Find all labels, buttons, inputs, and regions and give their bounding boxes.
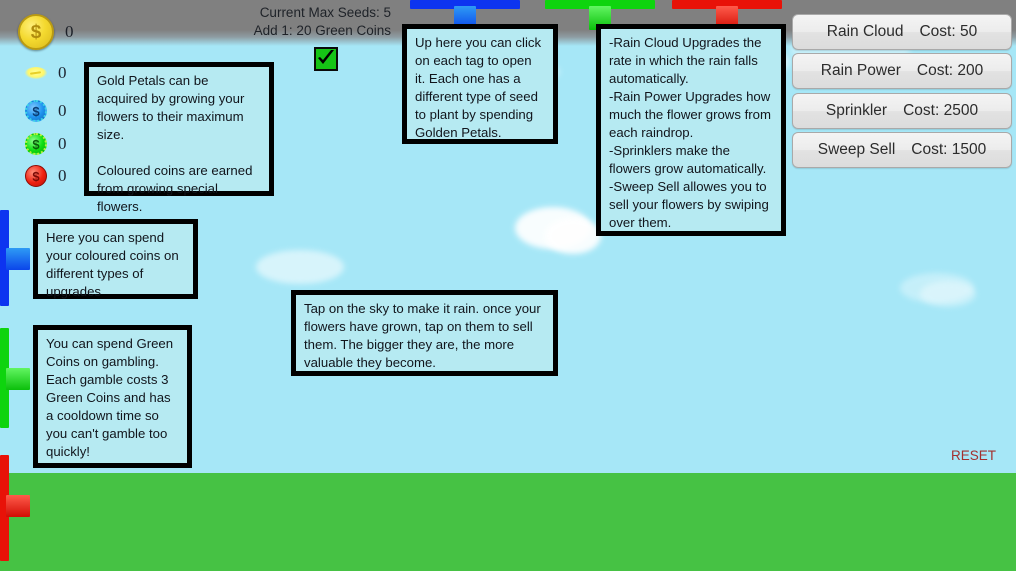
upgrade-cost-rain-power: Cost: 200 bbox=[916, 62, 984, 79]
grass-ground[interactable] bbox=[0, 473, 1016, 571]
tip-sky-tap: Tap on the sky to make it rain. once you… bbox=[291, 290, 558, 376]
yellow-petal-icon bbox=[25, 62, 47, 84]
cloud-decoration bbox=[256, 250, 344, 284]
upgrade-name-sweep-sell: Sweep Sell bbox=[817, 141, 896, 158]
game-screen: $ 0 0 $ 0 $ 0 $ 0 Current Max Seeds: 5 A… bbox=[0, 0, 1016, 571]
check-icon[interactable] bbox=[314, 47, 338, 71]
currency-red-coin: $ 0 bbox=[25, 165, 67, 187]
currency-blue-coin: $ 0 bbox=[25, 100, 67, 122]
upgrade-name-sprinkler: Sprinkler bbox=[825, 102, 888, 119]
blue-coin-value: 0 bbox=[58, 101, 67, 120]
tip-seed-tags: Up here you can click on each tag to ope… bbox=[402, 24, 558, 144]
upgrade-tab-green-stem bbox=[6, 368, 30, 390]
upgrade-tab-red-stem bbox=[6, 495, 30, 517]
upgrade-button-rain-power[interactable]: Rain Power Cost: 200 bbox=[792, 53, 1012, 89]
upgrade-name-rain-power: Rain Power bbox=[820, 62, 901, 79]
upgrade-button-sprinkler[interactable]: Sprinkler Cost: 2500 bbox=[792, 93, 1012, 129]
green-coin-value: 0 bbox=[58, 134, 67, 153]
gold-petal-value: 0 bbox=[65, 22, 74, 41]
cloud-decoration bbox=[920, 281, 976, 307]
yellow-petal-value: 0 bbox=[58, 63, 67, 82]
upgrade-button-rain-cloud[interactable]: Rain Cloud Cost: 50 bbox=[792, 14, 1012, 50]
upgrade-cost-sweep-sell: Cost: 1500 bbox=[911, 141, 987, 158]
tip-coin-upgrades: Here you can spend your coloured coins o… bbox=[33, 219, 198, 299]
gold-coin-icon: $ bbox=[18, 14, 54, 50]
upgrade-name-rain-cloud: Rain Cloud bbox=[826, 23, 904, 40]
tip-gambling: You can spend Green Coins on gambling. E… bbox=[33, 325, 192, 468]
seed-info: Current Max Seeds: 5 Add 1: 20 Green Coi… bbox=[131, 4, 391, 40]
cloud-decoration bbox=[545, 218, 601, 254]
upgrade-cost-rain-cloud: Cost: 50 bbox=[919, 23, 978, 40]
currency-yellow-petal: 0 bbox=[25, 62, 67, 84]
tip-upgrade-list: -Rain Cloud Upgrades the rate in which t… bbox=[596, 24, 786, 236]
add-seed-cost-label: Add 1: 20 Green Coins bbox=[253, 23, 391, 38]
upgrade-cost-sprinkler: Cost: 2500 bbox=[903, 102, 979, 119]
reset-button[interactable]: RESET bbox=[951, 448, 996, 463]
green-coin-icon: $ bbox=[25, 133, 47, 155]
red-coin-value: 0 bbox=[58, 166, 67, 185]
red-coin-icon: $ bbox=[25, 165, 47, 187]
upgrade-tab-red[interactable] bbox=[0, 455, 32, 561]
upgrade-tab-blue[interactable] bbox=[0, 210, 32, 306]
current-max-seeds-label: Current Max Seeds: 5 bbox=[259, 5, 391, 20]
upgrade-tab-blue-stem bbox=[6, 248, 30, 270]
currency-gold-petal: $ 0 bbox=[18, 14, 74, 50]
blue-coin-icon: $ bbox=[25, 100, 47, 122]
tip-petals: Gold Petals can be acquired by growing y… bbox=[84, 62, 274, 214]
upgrade-button-sweep-sell[interactable]: Sweep Sell Cost: 1500 bbox=[792, 132, 1012, 168]
upgrade-tab-green[interactable] bbox=[0, 328, 32, 428]
currency-green-coin: $ 0 bbox=[25, 133, 67, 155]
